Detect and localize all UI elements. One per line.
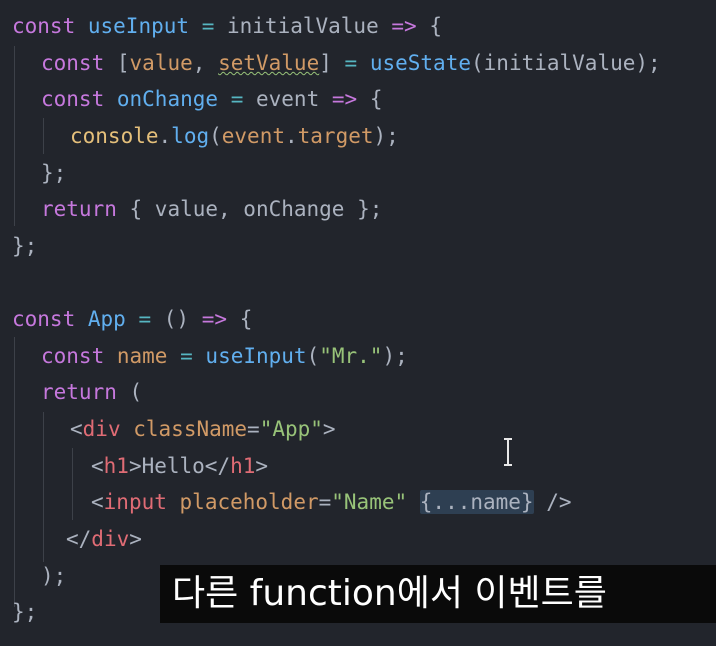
punctuation: > [322,417,336,441]
identifier: name [116,344,168,368]
identifier: setValue [218,51,320,75]
punctuation: . [284,124,298,148]
string-literal: "App" [259,417,323,441]
operator: = [344,51,358,75]
code-line-3: const onChange = event => { [41,81,382,117]
code-line-12: <div className="App"> [70,411,336,447]
jsx-tag: h1 [230,454,256,478]
identifier: initialValue [227,14,379,38]
operator: = [201,14,215,38]
keyword: const [12,14,76,38]
function-call: useInput [205,344,307,368]
function-call: useState [369,51,471,75]
selected-spread[interactable]: {...name} [419,490,534,514]
code-line-13: <h1>Hello</h1> [91,448,268,484]
keyword: const [41,344,105,368]
operator: = [230,87,244,111]
indent-guide [14,46,15,226]
punctuation: ( [209,124,222,148]
video-subtitle: 다른 function에서 이벤트를 [160,565,716,623]
code-line-2: const [value, setValue] = useState(initi… [41,45,661,81]
punctuation: ); [382,344,408,368]
punctuation: [ [116,51,130,75]
indent-guide [43,118,44,154]
punctuation: ); [635,51,661,75]
punctuation: < [91,454,104,478]
operator: => [201,307,228,331]
string-literal: "Mr." [319,344,383,368]
code-line-9: const App = () => { [12,301,252,337]
jsx-tag: div [82,417,121,441]
punctuation: < [91,490,104,514]
punctuation: { [369,87,383,111]
function-call: log [171,124,210,148]
jsx-text: >Hello</ [128,454,231,478]
operator: => [391,14,417,38]
punctuation: ( [306,344,320,368]
punctuation: ( [471,51,484,75]
operator: = [138,307,152,331]
punctuation: < [70,417,83,441]
jsx-tag: div [91,527,130,551]
jsx-tag: h1 [103,454,129,478]
jsx-attribute: className [133,417,248,441]
jsx-attribute: placeholder [179,490,319,514]
identifier: onChange [116,87,219,111]
punctuation: ); [373,124,399,148]
code-line-1: const useInput = initialValue => { [12,8,442,44]
code-line-4: console.log(event.target); [70,118,399,154]
indent-guide [14,337,15,607]
punctuation: { [239,307,253,331]
jsx-tag: input [103,490,167,514]
punctuation: }; [41,161,67,185]
keyword: const [41,51,105,75]
code-line-11: return ( [41,374,142,410]
punctuation: { [429,14,442,38]
punctuation: }; [12,600,38,624]
identifier: value [129,51,193,75]
punctuation: }; [12,234,38,258]
identifier: target [297,124,374,148]
punctuation: </ [66,527,92,551]
code-line-6: return { value, onChange }; [41,191,382,227]
punctuation: = [247,417,260,441]
punctuation: . [158,124,172,148]
code-line-16: ); [41,558,66,594]
code-line-17: }; [12,594,37,630]
keyword: return [41,380,117,404]
keyword: const [12,307,76,331]
string-literal: "Name" [331,490,408,514]
text-cursor-icon [500,437,516,467]
identifier: App [87,307,126,331]
punctuation: ( [129,380,143,404]
identifier: useInput [87,14,190,38]
punctuation: , [192,51,206,75]
identifier: console [70,124,159,148]
punctuation: > [255,454,269,478]
keyword: const [41,87,105,111]
identifier: event [221,124,285,148]
punctuation: () [163,307,190,331]
identifier: { value, onChange }; [129,197,383,221]
code-line-5: }; [41,155,66,191]
code-editor[interactable]: const useInput = initialValue => { const… [0,0,716,646]
code-line-15: </div> [66,521,142,557]
code-line-7: }; [12,228,37,264]
punctuation: ); [41,564,67,588]
code-line-14: <input placeholder="Name" {...name} /> [91,484,572,520]
operator: = [180,344,193,368]
indent-guide [43,412,44,562]
identifier: event [256,87,320,111]
punctuation: = [318,490,332,514]
keyword: return [41,197,117,221]
punctuation: ] [319,51,332,75]
punctuation: > [129,527,142,551]
punctuation: /> [546,490,572,514]
operator: => [331,87,358,111]
code-line-10: const name = useInput("Mr."); [41,338,408,374]
indent-guide [72,448,73,520]
identifier: initialValue [483,51,636,75]
